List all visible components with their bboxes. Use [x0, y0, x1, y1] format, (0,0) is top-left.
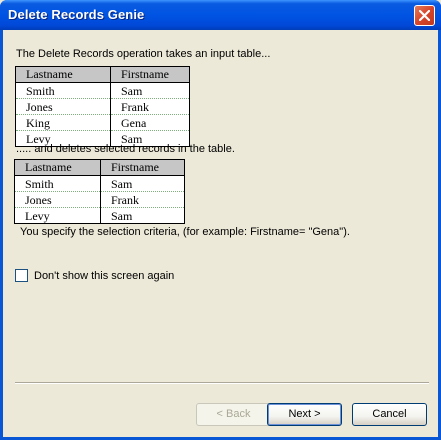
- table-cell: Frank: [100, 191, 185, 208]
- output-table: Lastname Firstname Smith Sam Jones Frank…: [14, 159, 185, 224]
- table-cell: Smith: [15, 82, 111, 99]
- criteria-text: You specify the selection criteria, (for…: [20, 226, 350, 238]
- table-cell: Sam: [100, 207, 185, 224]
- table-cell: Frank: [110, 98, 190, 115]
- table-row: King Gena: [15, 114, 190, 131]
- title-bar[interactable]: Delete Records Genie: [0, 0, 441, 30]
- close-button[interactable]: [414, 5, 435, 26]
- column-header: Lastname: [14, 159, 101, 176]
- table-cell: Jones: [14, 191, 101, 208]
- table-row: Levy Sam: [14, 207, 185, 224]
- column-header: Lastname: [15, 66, 111, 83]
- table-row: Jones Frank: [14, 191, 185, 208]
- table-cell: Jones: [15, 98, 111, 115]
- divider: [15, 382, 429, 384]
- dont-show-label[interactable]: Don't show this screen again: [34, 270, 174, 282]
- table-row: Smith Sam: [14, 175, 185, 192]
- intro-text: The Delete Records operation takes an in…: [16, 48, 271, 60]
- column-header: Firstname: [110, 66, 190, 83]
- middle-text: ..... and deletes selected records in th…: [16, 143, 235, 155]
- close-icon: [419, 10, 430, 21]
- cancel-button[interactable]: Cancel: [352, 403, 427, 426]
- input-table: Lastname Firstname Smith Sam Jones Frank…: [15, 66, 190, 147]
- dialog-window: Delete Records Genie The Delete Records …: [0, 0, 441, 440]
- dialog-body: The Delete Records operation takes an in…: [3, 30, 438, 437]
- table-cell: Gena: [110, 114, 190, 131]
- table-cell: Sam: [110, 82, 190, 99]
- table-row: Smith Sam: [15, 82, 190, 99]
- column-header: Firstname: [100, 159, 185, 176]
- table-cell: Smith: [14, 175, 101, 192]
- window-title: Delete Records Genie: [8, 7, 145, 22]
- table-header-row: Lastname Firstname: [14, 159, 185, 176]
- table-row: Jones Frank: [15, 98, 190, 115]
- table-cell: Levy: [14, 207, 101, 224]
- back-button[interactable]: < Back: [196, 403, 271, 426]
- table-cell: Sam: [100, 175, 185, 192]
- table-cell: King: [15, 114, 111, 131]
- dont-show-checkbox[interactable]: [15, 269, 28, 282]
- table-header-row: Lastname Firstname: [15, 66, 190, 83]
- next-button[interactable]: Next >: [267, 403, 342, 426]
